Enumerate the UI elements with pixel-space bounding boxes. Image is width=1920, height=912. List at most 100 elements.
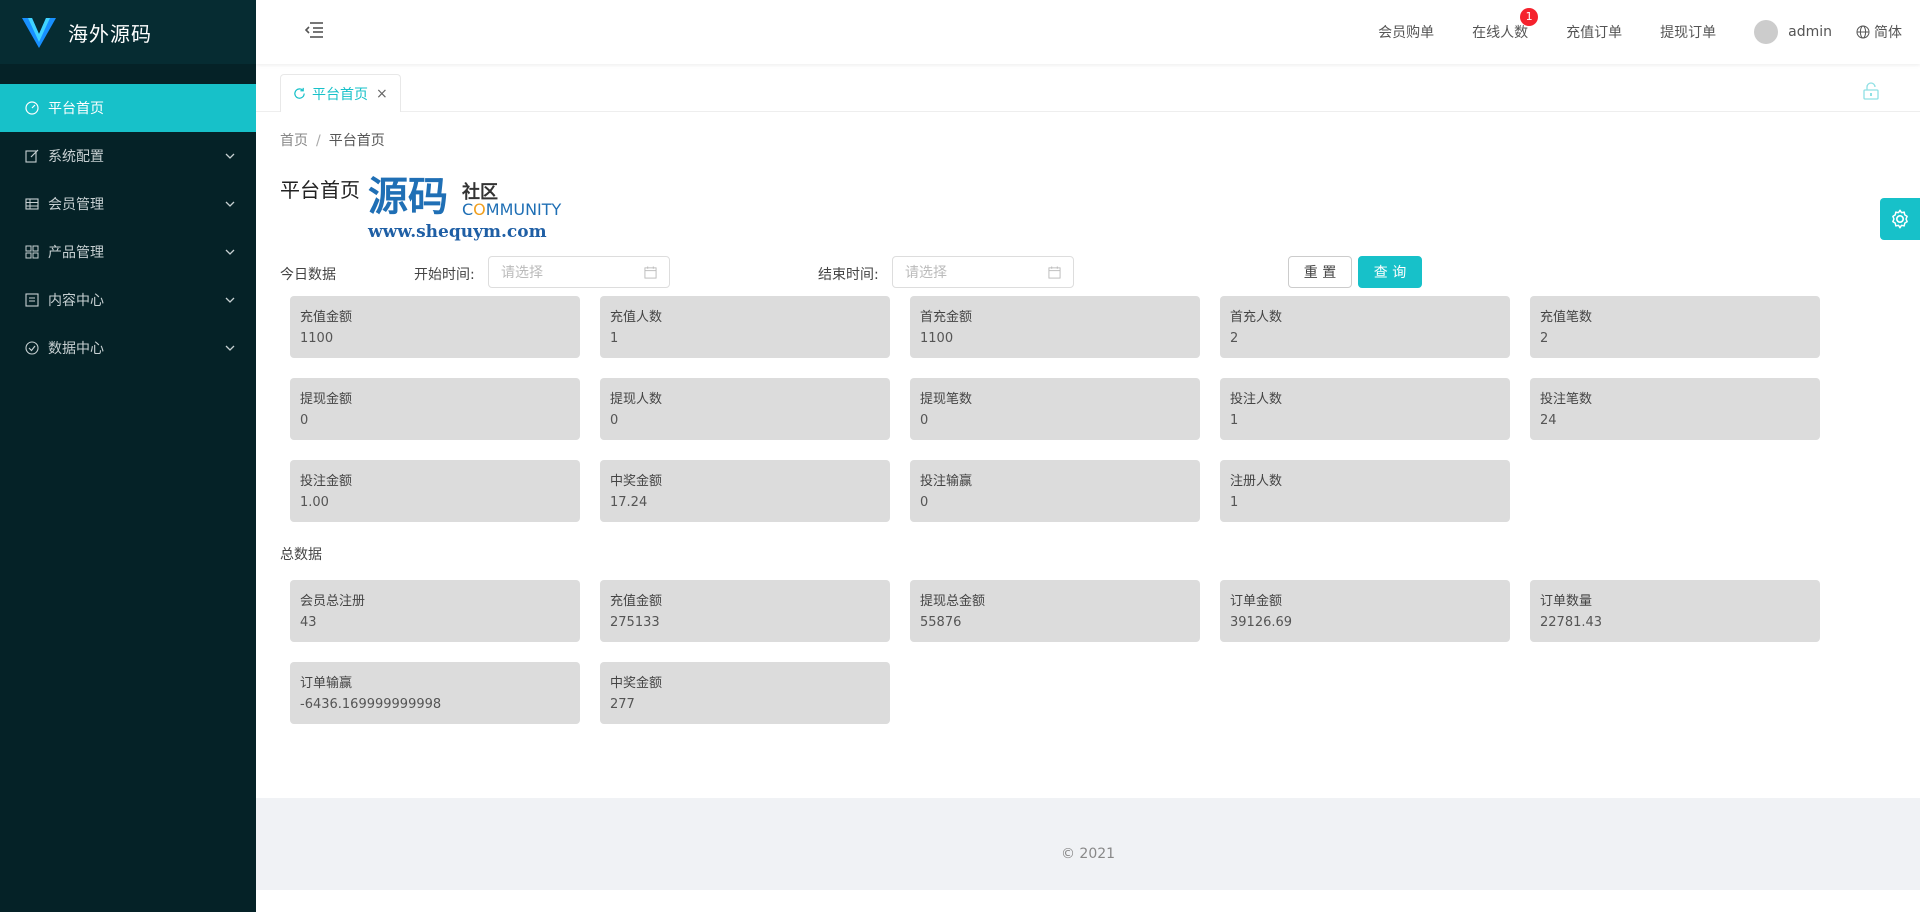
stat-card: 提现金额 0 bbox=[290, 378, 580, 440]
start-date-placeholder: 请选择 bbox=[501, 265, 543, 281]
stat-card: 充值人数 1 bbox=[600, 296, 890, 358]
watermark-rest: MMUNITY bbox=[485, 200, 562, 219]
stat-label: 首充金额 bbox=[920, 310, 973, 325]
stat-card: 会员总注册 43 bbox=[290, 580, 580, 642]
stat-card: 提现笔数 0 bbox=[910, 378, 1200, 440]
stat-label: 中奖金额 bbox=[610, 676, 663, 691]
stat-card: 首充人数 2 bbox=[1220, 296, 1510, 358]
sidebar-item-content[interactable]: 内容中心 bbox=[0, 276, 256, 324]
stat-card: 订单输赢 -6436.169999999998 bbox=[290, 662, 580, 724]
stat-label: 充值金额 bbox=[300, 310, 353, 325]
stat-label: 提现笔数 bbox=[920, 392, 973, 407]
sidebar-item-label: 系统配置 bbox=[48, 149, 104, 165]
stat-card: 中奖金额 17.24 bbox=[600, 460, 890, 522]
header-link-member-orders[interactable]: 会员购单 bbox=[1378, 22, 1434, 42]
stat-label: 投注人数 bbox=[1230, 392, 1283, 407]
watermark-url: www.shequym.com bbox=[368, 222, 547, 242]
stat-label: 会员总注册 bbox=[300, 594, 366, 609]
stat-value: 277 bbox=[610, 697, 635, 712]
sidebar-item-label: 平台首页 bbox=[48, 101, 104, 117]
sidebar-item-members[interactable]: 会员管理 bbox=[0, 180, 256, 228]
stat-card: 首充金额 1100 bbox=[910, 296, 1200, 358]
username[interactable]: admin bbox=[1788, 24, 1832, 40]
stat-label: 订单数量 bbox=[1540, 594, 1593, 609]
chevron-down-icon bbox=[225, 297, 235, 303]
start-time-label: 开始时间: bbox=[414, 267, 475, 283]
stat-value: 43 bbox=[300, 615, 317, 630]
watermark-c: C bbox=[462, 200, 474, 219]
stat-label: 中奖金额 bbox=[610, 474, 663, 489]
stat-value: 0 bbox=[300, 413, 309, 428]
watermark-community-en: COMMUNITY bbox=[462, 200, 561, 219]
header-nav: 会员购单 在线人数 1 充值订单 提现订单 admin 简体 bbox=[1340, 0, 1902, 64]
stat-value: 39126.69 bbox=[1230, 615, 1293, 630]
stat-label: 充值金额 bbox=[610, 594, 663, 609]
header-link-withdraw-orders[interactable]: 提现订单 bbox=[1660, 22, 1716, 42]
sidebar: 海外源码 平台首页 系统配置 会员管理 产品管理 内容中心 数据中心 bbox=[0, 0, 256, 912]
unlock-icon[interactable] bbox=[1862, 82, 1880, 100]
stat-value: 55876 bbox=[920, 615, 962, 630]
close-icon[interactable]: × bbox=[376, 86, 388, 102]
end-date-input[interactable]: 请选择 bbox=[892, 256, 1074, 288]
stat-card: 提现总金额 55876 bbox=[910, 580, 1200, 642]
stat-value: 0 bbox=[920, 495, 929, 510]
query-button[interactable]: 查 询 bbox=[1358, 256, 1422, 288]
stat-value: 0 bbox=[610, 413, 619, 428]
stat-value: 0 bbox=[920, 413, 929, 428]
avatar[interactable] bbox=[1754, 20, 1779, 44]
settings-drawer-button[interactable] bbox=[1880, 198, 1920, 240]
sidebar-item-label: 产品管理 bbox=[48, 245, 104, 261]
watermark-logo: 源码 社区 COMMUNITY www.shequym.com bbox=[368, 174, 598, 244]
sidebar-item-system-config[interactable]: 系统配置 bbox=[0, 132, 256, 180]
calendar-icon bbox=[644, 265, 657, 279]
tabs-bar: 平台首页 × bbox=[256, 70, 1920, 112]
stat-value: 1100 bbox=[300, 331, 334, 346]
language-label: 简体 bbox=[1874, 25, 1902, 41]
stat-card: 投注金额 1.00 bbox=[290, 460, 580, 522]
stat-value: 17.24 bbox=[610, 495, 648, 510]
stat-card: 订单数量 22781.43 bbox=[1530, 580, 1820, 642]
stat-card: 中奖金额 277 bbox=[600, 662, 890, 724]
main-content: 首页 / 平台首页 平台首页 源码 社区 COMMUNITY www.shequym… bbox=[256, 112, 1920, 798]
tab-label: 平台首页 bbox=[312, 86, 368, 103]
stat-value: 24 bbox=[1540, 413, 1557, 428]
stat-label: 首充人数 bbox=[1230, 310, 1283, 325]
stat-label: 提现金额 bbox=[300, 392, 353, 407]
stat-label: 投注输赢 bbox=[920, 474, 973, 489]
stat-value: 275133 bbox=[610, 615, 660, 630]
chevron-down-icon bbox=[225, 201, 235, 207]
sidebar-item-label: 会员管理 bbox=[48, 197, 104, 213]
reset-button[interactable]: 重 置 bbox=[1288, 256, 1352, 288]
sidebar-item-dashboard[interactable]: 平台首页 bbox=[0, 84, 256, 132]
sidebar-item-products[interactable]: 产品管理 bbox=[0, 228, 256, 276]
header-link-online-users[interactable]: 在线人数 1 bbox=[1472, 8, 1539, 42]
menu-fold-icon[interactable] bbox=[304, 20, 324, 40]
dashboard-icon bbox=[24, 100, 40, 116]
breadcrumb-home[interactable]: 首页 bbox=[280, 133, 308, 149]
page-title: 平台首页 bbox=[280, 178, 360, 202]
check-circle-icon bbox=[24, 340, 40, 356]
stat-card: 充值笔数 2 bbox=[1530, 296, 1820, 358]
language-switcher[interactable]: 简体 bbox=[1856, 22, 1902, 42]
profile-icon bbox=[24, 292, 40, 308]
sidebar-item-data-center[interactable]: 数据中心 bbox=[0, 324, 256, 372]
header-link-label: 在线人数 bbox=[1472, 25, 1529, 41]
stat-value: -6436.169999999998 bbox=[300, 697, 442, 712]
stat-card: 投注输赢 0 bbox=[910, 460, 1200, 522]
stat-card: 充值金额 1100 bbox=[290, 296, 580, 358]
stat-label: 充值人数 bbox=[610, 310, 663, 325]
total-section-label: 总数据 bbox=[280, 547, 322, 563]
watermark-big-text: 源码 bbox=[368, 173, 448, 220]
tab-dashboard[interactable]: 平台首页 × bbox=[280, 74, 401, 112]
header-link-recharge-orders[interactable]: 充值订单 bbox=[1566, 22, 1622, 42]
sidebar-menu: 平台首页 系统配置 会员管理 产品管理 内容中心 数据中心 bbox=[0, 84, 256, 372]
stat-label: 投注金额 bbox=[300, 474, 353, 489]
stat-label: 注册人数 bbox=[1230, 474, 1283, 489]
filter-row: 今日数据 开始时间: 请选择 结束时间: 请选择 重 置 查 询 bbox=[280, 256, 1920, 290]
stat-value: 1100 bbox=[920, 331, 954, 346]
stat-label: 订单输赢 bbox=[300, 676, 353, 691]
today-section-label: 今日数据 bbox=[280, 267, 336, 283]
reload-icon bbox=[294, 87, 305, 99]
breadcrumb: 首页 / 平台首页 bbox=[280, 130, 385, 150]
start-date-input[interactable]: 请选择 bbox=[488, 256, 670, 288]
